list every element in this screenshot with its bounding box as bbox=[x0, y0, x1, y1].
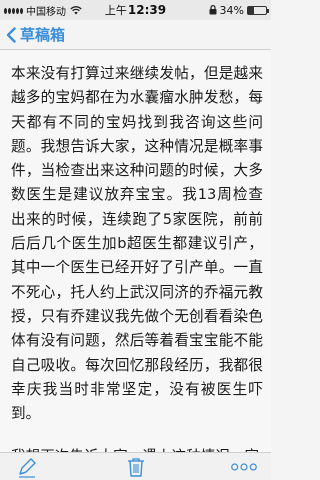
battery-level bbox=[248, 6, 255, 14]
navigation-bar: 草稿箱 bbox=[0, 20, 271, 50]
chevron-left-icon bbox=[6, 26, 16, 43]
note-paragraph[interactable]: 我想再次告诉大家，遇上这种情况一定 bbox=[0, 426, 271, 452]
status-bar: 中国移动 上午12:39 34% bbox=[0, 0, 271, 20]
battery-percent: 34% bbox=[219, 3, 244, 17]
more-button[interactable] bbox=[231, 455, 257, 479]
lock-icon bbox=[209, 5, 217, 15]
note-body[interactable]: 本来没有打算过来继续发帖，但是越来越多的宝妈都在为水囊瘤水肿发愁，每天都有不同的… bbox=[0, 50, 271, 452]
compose-button[interactable] bbox=[14, 455, 40, 479]
time-period: 上午 bbox=[104, 4, 127, 17]
more-icon bbox=[231, 462, 257, 471]
trash-icon bbox=[127, 457, 144, 477]
time: 12:39 bbox=[127, 3, 167, 17]
bottom-toolbar bbox=[0, 452, 271, 480]
compose-icon bbox=[19, 457, 36, 478]
delete-button[interactable] bbox=[123, 455, 149, 479]
back-button-label: 草稿箱 bbox=[20, 26, 66, 44]
note-paragraph[interactable]: 本来没有打算过来继续发帖，但是越来越多的宝妈都在为水囊瘤水肿发愁，每天都有不同的… bbox=[0, 50, 271, 426]
battery-icon bbox=[247, 5, 269, 15]
back-button[interactable]: 草稿箱 bbox=[6, 24, 65, 45]
